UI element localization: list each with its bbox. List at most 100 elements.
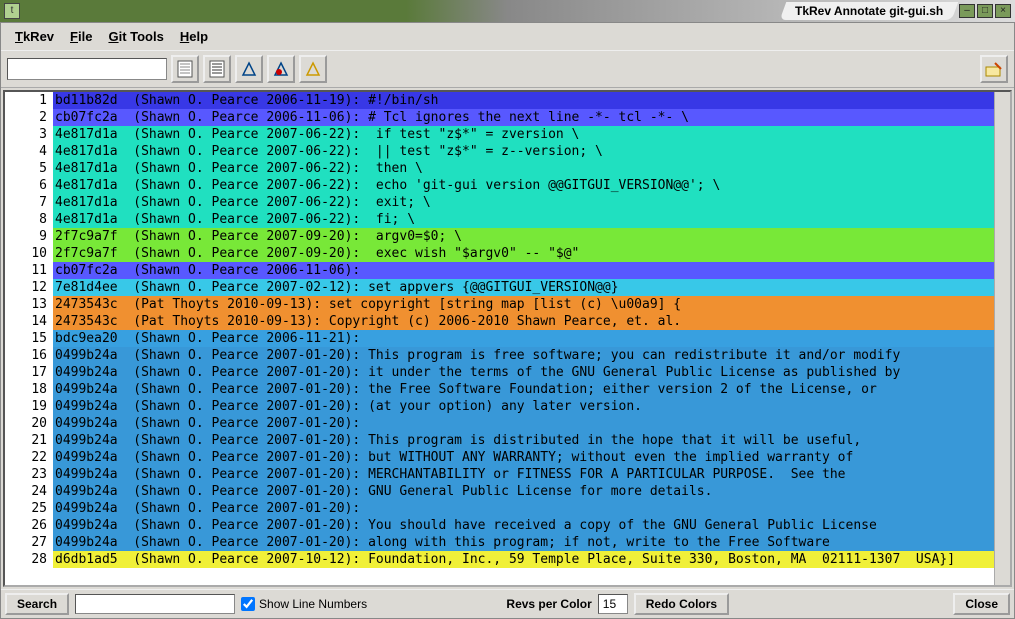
code-line[interactable]: 250499b24a (Shawn O. Pearce 2007-01-20):: [5, 500, 1010, 517]
code-line[interactable]: 92f7c9a7f (Shawn O. Pearce 2007-09-20): …: [5, 228, 1010, 245]
app-icon: t: [4, 3, 20, 19]
code-line[interactable]: 210499b24a (Shawn O. Pearce 2007-01-20):…: [5, 432, 1010, 449]
code-line[interactable]: 200499b24a (Shawn O. Pearce 2007-01-20):: [5, 415, 1010, 432]
line-content: 0499b24a (Shawn O. Pearce 2007-01-20): T…: [53, 347, 1010, 364]
show-line-numbers-input[interactable]: [241, 597, 255, 611]
code-line[interactable]: 2cb07fc2a (Shawn O. Pearce 2006-11-06): …: [5, 109, 1010, 126]
line-content: 2f7c9a7f (Shawn O. Pearce 2007-09-20): a…: [53, 228, 1010, 245]
code-line[interactable]: 127e81d4ee (Shawn O. Pearce 2007-02-12):…: [5, 279, 1010, 296]
window-title: TkRev Annotate git-gui.sh: [779, 2, 958, 20]
triangle-dot-icon: [273, 61, 289, 77]
code-line[interactable]: 160499b24a (Shawn O. Pearce 2007-01-20):…: [5, 347, 1010, 364]
code-line[interactable]: 1bd11b82d (Shawn O. Pearce 2006-11-19): …: [5, 92, 1010, 109]
menubar: TkRev File Git Tools Help: [1, 23, 1014, 50]
search-input[interactable]: [75, 594, 235, 614]
code-line[interactable]: 230499b24a (Shawn O. Pearce 2007-01-20):…: [5, 466, 1010, 483]
line-number: 12: [5, 279, 53, 296]
line-number: 28: [5, 551, 53, 568]
line-content: 0499b24a (Shawn O. Pearce 2007-01-20): G…: [53, 483, 1010, 500]
line-content: bd11b82d (Shawn O. Pearce 2006-11-19): #…: [53, 92, 1010, 109]
show-line-numbers-label: Show Line Numbers: [259, 597, 367, 611]
triangle-outline-icon: [305, 61, 321, 77]
vertical-scrollbar[interactable]: [994, 92, 1010, 585]
code-line[interactable]: 270499b24a (Shawn O. Pearce 2007-01-20):…: [5, 534, 1010, 551]
line-number: 27: [5, 534, 53, 551]
line-number: 1: [5, 92, 53, 109]
line-number: 6: [5, 177, 53, 194]
revs-per-color-label: Revs per Color: [506, 597, 591, 611]
code-line[interactable]: 84e817d1a (Shawn O. Pearce 2007-06-22): …: [5, 211, 1010, 228]
line-number: 19: [5, 398, 53, 415]
code-line[interactable]: 220499b24a (Shawn O. Pearce 2007-01-20):…: [5, 449, 1010, 466]
line-number: 18: [5, 381, 53, 398]
edit-button[interactable]: [980, 55, 1008, 83]
line-number: 26: [5, 517, 53, 534]
goto-input[interactable]: [7, 58, 167, 80]
line-content: 2f7c9a7f (Shawn O. Pearce 2007-09-20): e…: [53, 245, 1010, 262]
code-line[interactable]: 240499b24a (Shawn O. Pearce 2007-01-20):…: [5, 483, 1010, 500]
line-content: 0499b24a (Shawn O. Pearce 2007-01-20): b…: [53, 449, 1010, 466]
menu-gittools[interactable]: Git Tools: [102, 27, 169, 46]
code-line[interactable]: 132473543c (Pat Thoyts 2010-09-13): set …: [5, 296, 1010, 313]
view-plain-button[interactable]: [171, 55, 199, 83]
line-content: 0499b24a (Shawn O. Pearce 2007-01-20): t…: [53, 381, 1010, 398]
line-content: cb07fc2a (Shawn O. Pearce 2006-11-06):: [53, 262, 1010, 279]
line-number: 13: [5, 296, 53, 313]
code-line[interactable]: 142473543c (Pat Thoyts 2010-09-13): Copy…: [5, 313, 1010, 330]
line-content: 4e817d1a (Shawn O. Pearce 2007-06-22): |…: [53, 143, 1010, 160]
code-line[interactable]: 74e817d1a (Shawn O. Pearce 2007-06-22): …: [5, 194, 1010, 211]
line-number: 21: [5, 432, 53, 449]
line-content: 0499b24a (Shawn O. Pearce 2007-01-20): (…: [53, 398, 1010, 415]
code-line[interactable]: 15bdc9ea20 (Shawn O. Pearce 2006-11-21):: [5, 330, 1010, 347]
filter-button-1[interactable]: [235, 55, 263, 83]
line-number: 3: [5, 126, 53, 143]
code-line[interactable]: 54e817d1a (Shawn O. Pearce 2007-06-22): …: [5, 160, 1010, 177]
line-content: 0499b24a (Shawn O. Pearce 2007-01-20): i…: [53, 364, 1010, 381]
page-icon: [177, 60, 193, 78]
close-window-button[interactable]: ×: [995, 4, 1011, 18]
line-content: 7e81d4ee (Shawn O. Pearce 2007-02-12): s…: [53, 279, 1010, 296]
line-content: 0499b24a (Shawn O. Pearce 2007-01-20): M…: [53, 466, 1010, 483]
code-line[interactable]: 180499b24a (Shawn O. Pearce 2007-01-20):…: [5, 381, 1010, 398]
code-line[interactable]: 64e817d1a (Shawn O. Pearce 2007-06-22): …: [5, 177, 1010, 194]
filter-button-2[interactable]: [267, 55, 295, 83]
menu-file[interactable]: File: [64, 27, 98, 46]
code-line[interactable]: 102f7c9a7f (Shawn O. Pearce 2007-09-20):…: [5, 245, 1010, 262]
line-content: 4e817d1a (Shawn O. Pearce 2007-06-22): e…: [53, 194, 1010, 211]
redo-colors-button[interactable]: Redo Colors: [634, 593, 729, 615]
line-number: 9: [5, 228, 53, 245]
statusbar: Search Show Line Numbers Revs per Color …: [1, 589, 1014, 618]
filter-button-3[interactable]: [299, 55, 327, 83]
triangle-icon: [241, 61, 257, 77]
line-content: 2473543c (Pat Thoyts 2010-09-13): Copyri…: [53, 313, 1010, 330]
menu-help[interactable]: Help: [174, 27, 214, 46]
toolbar: [1, 50, 1014, 88]
code-line[interactable]: 190499b24a (Shawn O. Pearce 2007-01-20):…: [5, 398, 1010, 415]
code-line[interactable]: 34e817d1a (Shawn O. Pearce 2007-06-22): …: [5, 126, 1010, 143]
code-line[interactable]: 11cb07fc2a (Shawn O. Pearce 2006-11-06):: [5, 262, 1010, 279]
line-number: 20: [5, 415, 53, 432]
line-content: 4e817d1a (Shawn O. Pearce 2007-06-22): e…: [53, 177, 1010, 194]
line-content: 0499b24a (Shawn O. Pearce 2007-01-20):: [53, 415, 1010, 432]
line-number: 22: [5, 449, 53, 466]
line-number: 5: [5, 160, 53, 177]
line-content: d6db1ad5 (Shawn O. Pearce 2007-10-12): F…: [53, 551, 1010, 568]
search-button[interactable]: Search: [5, 593, 69, 615]
revs-per-color-input[interactable]: [598, 594, 628, 614]
maximize-button[interactable]: □: [977, 4, 993, 18]
line-number: 11: [5, 262, 53, 279]
line-number: 15: [5, 330, 53, 347]
menu-tkrev[interactable]: TkRev: [9, 27, 60, 46]
close-button[interactable]: Close: [953, 593, 1010, 615]
code-line[interactable]: 170499b24a (Shawn O. Pearce 2007-01-20):…: [5, 364, 1010, 381]
view-colored-button[interactable]: [203, 55, 231, 83]
code-line[interactable]: 28d6db1ad5 (Shawn O. Pearce 2007-10-12):…: [5, 551, 1010, 568]
code-line[interactable]: 260499b24a (Shawn O. Pearce 2007-01-20):…: [5, 517, 1010, 534]
window-titlebar: t TkRev Annotate git-gui.sh – □ ×: [0, 0, 1015, 22]
show-line-numbers-checkbox[interactable]: Show Line Numbers: [241, 597, 367, 611]
line-number: 10: [5, 245, 53, 262]
minimize-button[interactable]: –: [959, 4, 975, 18]
edit-icon: [985, 61, 1003, 77]
line-content: 0499b24a (Shawn O. Pearce 2007-01-20): Y…: [53, 517, 1010, 534]
code-line[interactable]: 44e817d1a (Shawn O. Pearce 2007-06-22): …: [5, 143, 1010, 160]
